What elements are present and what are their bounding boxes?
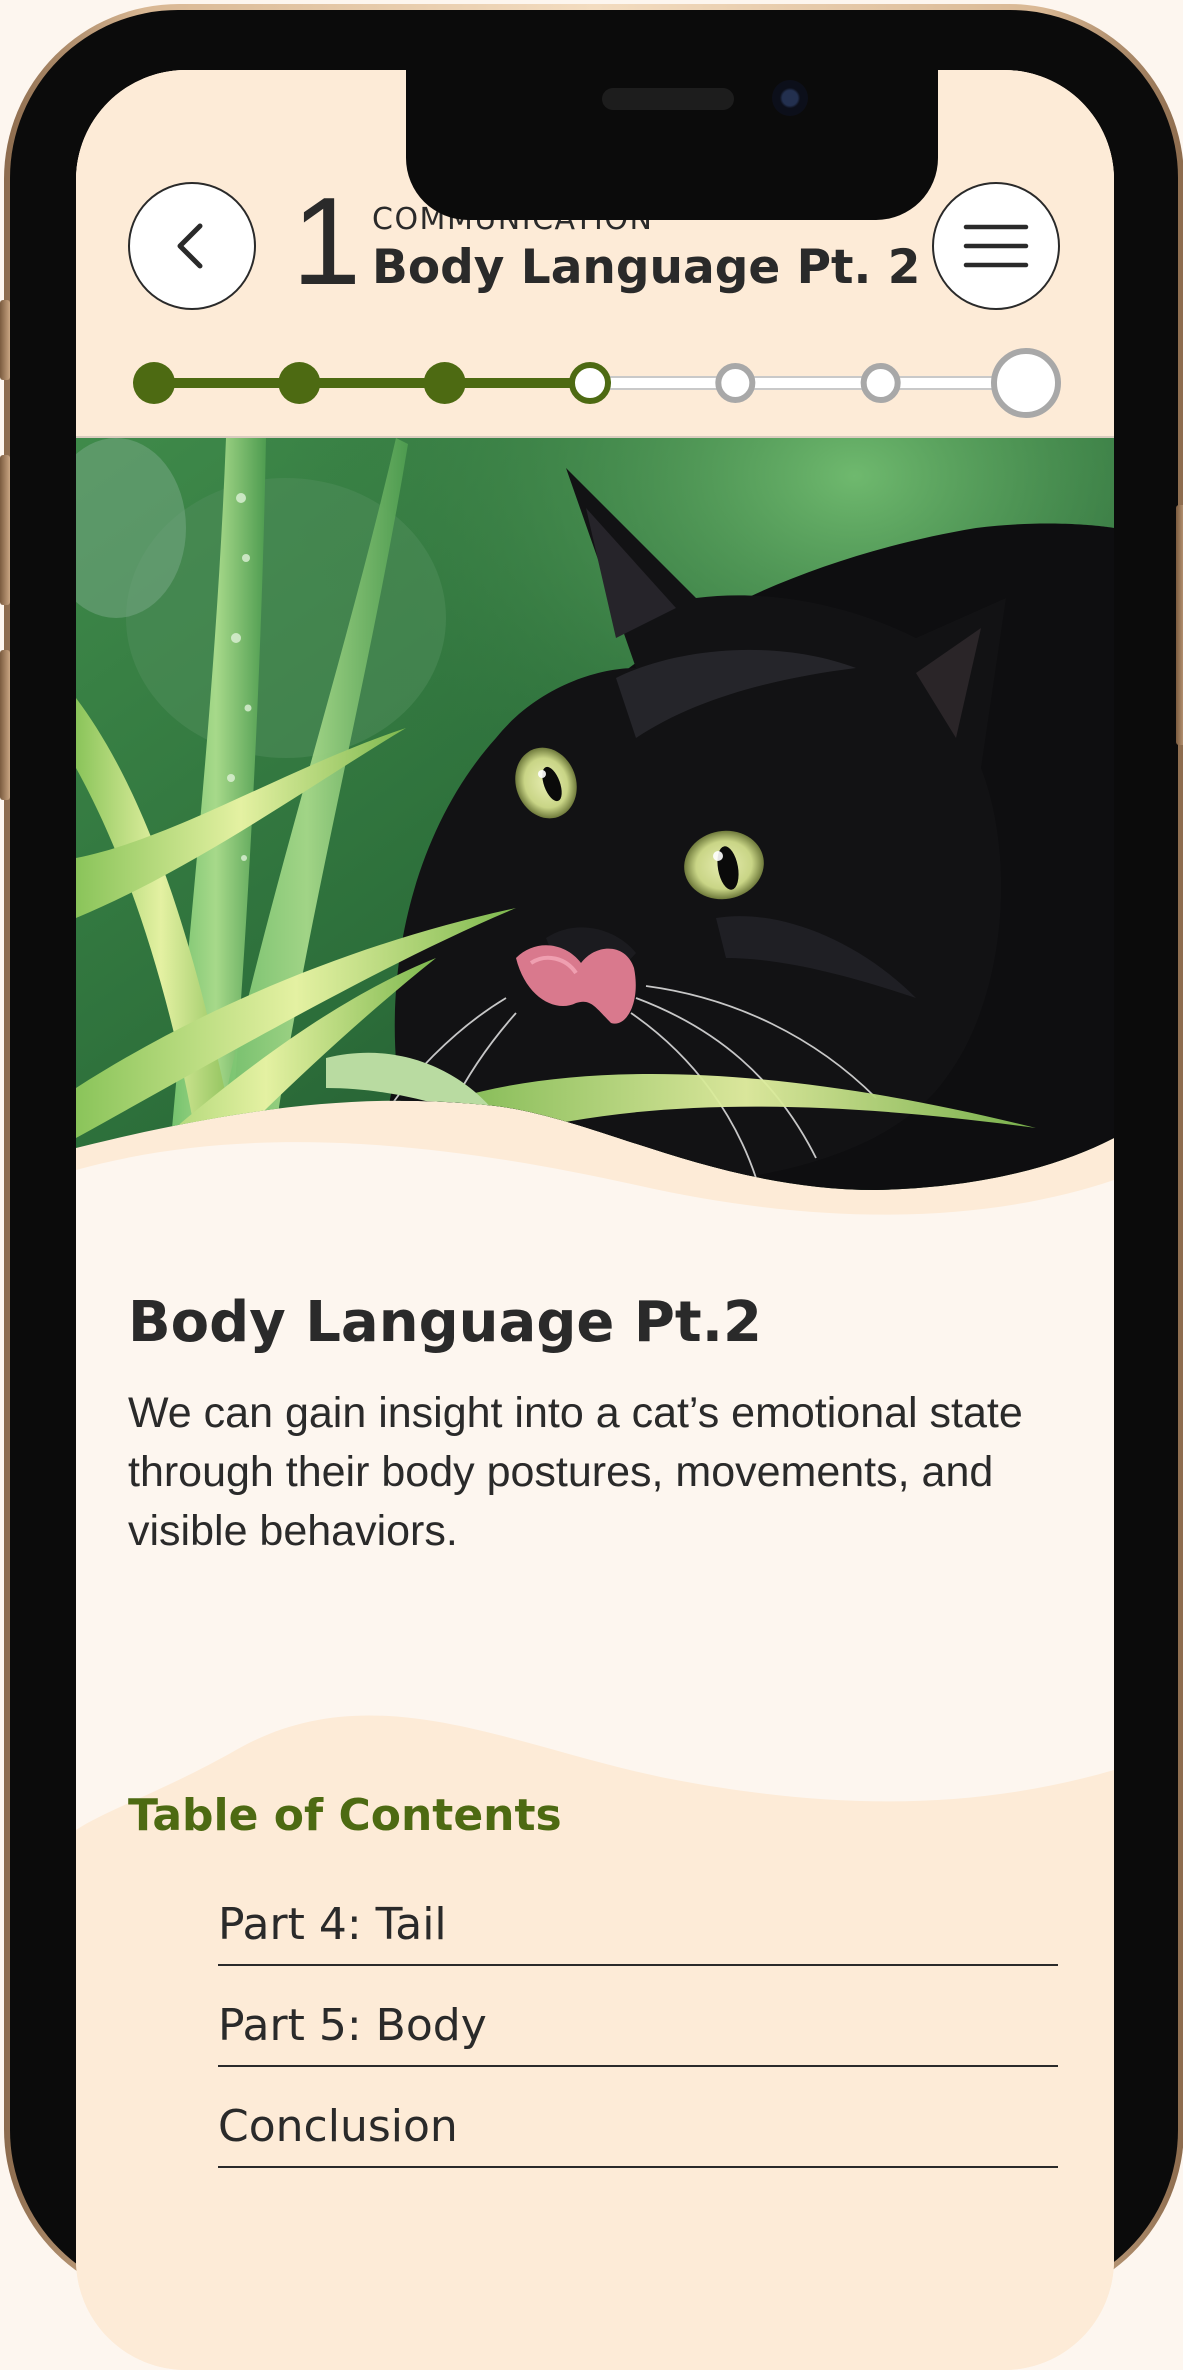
lesson-description: We can gain insight into a cat’s emotion…: [128, 1389, 1023, 1555]
progress-step-completed[interactable]: [278, 362, 321, 404]
toc-item-part-4[interactable]: Part 4: Tail: [218, 1870, 1058, 1966]
app-screen: 1 COMMUNICATION Body Language Pt. 2: [76, 70, 1114, 2370]
progress-step-final[interactable]: [991, 348, 1061, 418]
phone-side-button: [0, 650, 10, 800]
toc-item-label: Part 4: Tail: [218, 1899, 447, 1950]
speaker-grille: [602, 88, 734, 110]
toc-list: Part 4: Tail Part 5: Body Conclusion: [218, 1870, 1058, 2168]
toc-item-conclusion[interactable]: Conclusion: [218, 2067, 1058, 2168]
chapter-number: 1: [292, 173, 361, 311]
progress-step-current[interactable]: [569, 362, 611, 404]
lesson-title: Body Language Pt.2: [128, 1290, 762, 1355]
progress-step-completed[interactable]: [133, 362, 175, 404]
phone-side-button: [0, 455, 10, 605]
menu-button[interactable]: [932, 182, 1060, 310]
black-cat-photo: [76, 438, 1114, 1190]
phone-notch: [406, 70, 938, 220]
chapter-title: Body Language Pt. 2: [372, 240, 921, 295]
toc-item-label: Conclusion: [218, 2101, 458, 2152]
back-button[interactable]: [128, 182, 256, 310]
progress-step-upcoming[interactable]: [860, 363, 901, 403]
progress-step-upcoming[interactable]: [715, 363, 756, 403]
progress-step-completed[interactable]: [423, 362, 466, 404]
chevron-left-icon: [177, 223, 203, 269]
phone-side-button: [1176, 505, 1183, 745]
toc-item-label: Part 5: Body: [218, 2000, 487, 2051]
front-camera: [772, 80, 808, 116]
toc-item-part-5[interactable]: Part 5: Body: [218, 1966, 1058, 2067]
toc-heading: Table of Contents: [128, 1790, 562, 1841]
hamburger-menu-icon: [963, 224, 1029, 268]
phone-side-button: [0, 300, 10, 380]
